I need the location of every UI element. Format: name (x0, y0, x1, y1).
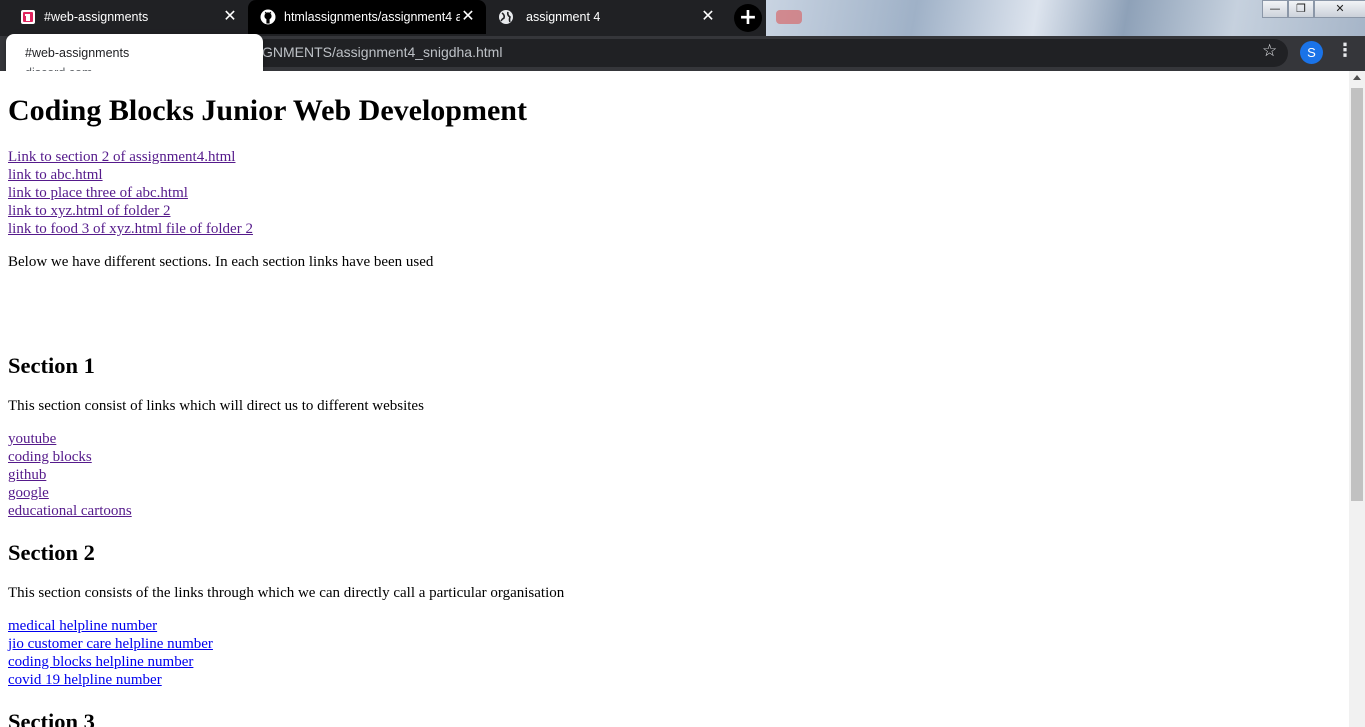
restore-button[interactable]: ❐ (1288, 0, 1314, 18)
link-jio-helpline[interactable]: jio customer care helpline number (8, 635, 1341, 653)
scrollbar-thumb[interactable] (1351, 88, 1363, 501)
tab-close-icon[interactable]: ✕ (222, 9, 238, 25)
link-coding-blocks-helpline[interactable]: coding blocks helpline number (8, 653, 1341, 671)
page-content: Coding Blocks Junior Web Development Lin… (0, 71, 1349, 727)
tab-title: htmlassignments/assignment4 at (284, 10, 460, 24)
link-covid-helpline[interactable]: covid 19 helpline number (8, 671, 1341, 689)
nav-link-abc[interactable]: link to abc.html (8, 166, 1341, 184)
tab-title: #web-assignments (44, 10, 149, 24)
tab-close-icon[interactable]: ✕ (700, 9, 716, 25)
section1-heading: Section 1 (8, 353, 95, 378)
minimize-button[interactable]: — (1262, 0, 1288, 18)
kebab-menu-icon[interactable]: ⋮ (1336, 40, 1354, 61)
tab-title: assignment 4 (526, 10, 601, 24)
window-close-button[interactable]: ✕ (1314, 0, 1365, 18)
discord-icon (20, 9, 36, 25)
section2-description: This section consists of the links throu… (8, 585, 565, 601)
tab-htmlassignments[interactable]: htmlassignments/assignment4 at ✕ (248, 0, 486, 34)
github-icon (260, 9, 276, 25)
nav-link-food3[interactable]: link to food 3 of xyz.html file of folde… (8, 220, 1341, 238)
globe-icon (498, 9, 514, 25)
profile-avatar[interactable]: S (1300, 41, 1323, 64)
link-youtube[interactable]: youtube (8, 430, 1341, 448)
link-educational-cartoons[interactable]: educational cartoons (8, 502, 1341, 520)
link-google[interactable]: google (8, 484, 1341, 502)
tab-close-icon[interactable]: ✕ (460, 9, 476, 25)
nav-link-xyz[interactable]: link to xyz.html of folder 2 (8, 202, 1341, 220)
page-scrollbar[interactable] (1349, 71, 1365, 727)
page-title: Coding Blocks Junior Web Development (8, 94, 527, 127)
tab-web-assignments[interactable]: #web-assignments ✕ (0, 0, 248, 34)
section1-description: This section consist of links which will… (8, 398, 424, 414)
nav-link-place-three[interactable]: link to place three of abc.html (8, 184, 1341, 202)
url-text[interactable]: GNMENTS/assignment4_snigdha.html (262, 44, 502, 60)
link-coding-blocks[interactable]: coding blocks (8, 448, 1341, 466)
tab-assignment-4[interactable]: assignment 4 ✕ (486, 0, 726, 34)
hover-card-title: #web-assignments (25, 46, 130, 60)
section2-heading: Section 2 (8, 540, 95, 565)
scroll-up-arrow-icon[interactable] (1353, 75, 1361, 80)
section3-heading: Section 3 (8, 709, 95, 727)
bookmark-star-icon[interactable]: ☆ (1262, 41, 1277, 61)
intro-text: Below we have different sections. In eac… (8, 254, 434, 270)
nav-link-section2[interactable]: Link to section 2 of assignment4.html (8, 148, 1341, 166)
link-github[interactable]: github (8, 466, 1341, 484)
new-tab-button[interactable]: + (734, 4, 762, 32)
window-controls: — ❐ ✕ (1262, 0, 1365, 18)
tab-strip: #web-assignments ✕ htmlassignments/assig… (0, 0, 1365, 36)
wallpaper-detail (776, 10, 802, 24)
link-medical-helpline[interactable]: medical helpline number (8, 617, 1341, 635)
